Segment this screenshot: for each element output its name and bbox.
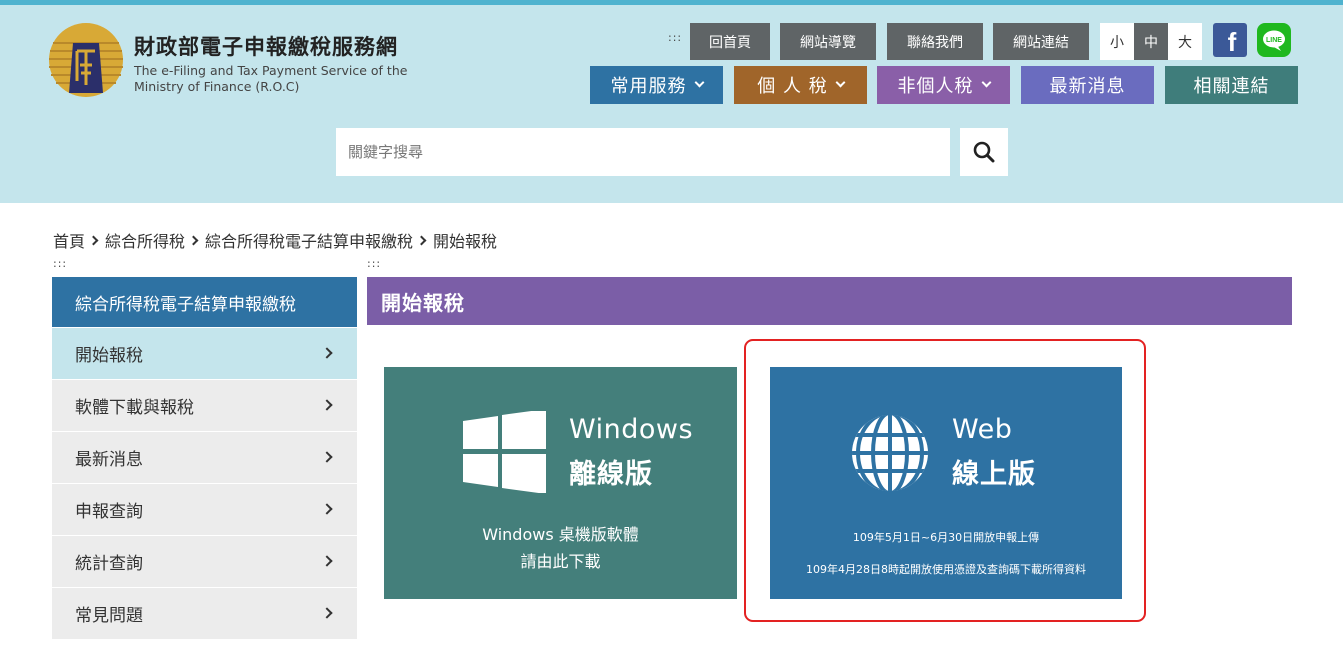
sidebar-item-statistics[interactable]: 統計查詢	[52, 535, 357, 587]
chevron-right-icon	[188, 235, 199, 245]
sidebar-item-label: 統計查詢	[75, 554, 143, 574]
site-subtitle: The e-Filing and Tax Payment Service of …	[134, 63, 408, 94]
windows-desc-line1: Windows 桌機版軟體	[482, 525, 639, 544]
chevron-right-icon	[321, 607, 333, 619]
windows-label: Windows	[569, 414, 694, 445]
font-size-small[interactable]: 小	[1100, 23, 1134, 60]
sidebar-item-label: 常見問題	[75, 606, 143, 626]
chevron-down-icon	[981, 77, 991, 88]
font-size-large[interactable]: 大	[1168, 23, 1202, 60]
accesskey-content[interactable]: :::	[367, 257, 381, 270]
sidebar-item-label: 開始報稅	[75, 346, 143, 366]
windows-offline-card[interactable]: Windows 離線版 Windows 桌機版軟體 請由此下載	[384, 367, 737, 599]
facebook-glyph: f	[1228, 27, 1237, 57]
breadcrumb-current: 開始報稅	[433, 232, 498, 251]
links-button[interactable]: 網站連結	[993, 23, 1089, 60]
sidebar-item-start-filing[interactable]: 開始報稅	[52, 327, 357, 379]
breadcrumb: 首頁 綜合所得稅 綜合所得稅電子結算申報繳稅 開始報稅	[53, 228, 497, 252]
web-note-data-download: 109年4月28日8時起開放使用憑證及查詢碼下載所得資料	[806, 563, 1086, 576]
sidebar-item-filing-inquiry[interactable]: 申報查詢	[52, 483, 357, 535]
sidebar-item-label: 軟體下載與報稅	[75, 398, 194, 418]
breadcrumb-home[interactable]: 首頁	[53, 228, 85, 252]
nav-non-personal-tax[interactable]: 非個人稅	[877, 66, 1010, 104]
globe-icon	[852, 415, 928, 491]
windows-logo-icon	[463, 411, 546, 493]
nav-common-services-label: 常用服務	[610, 76, 687, 97]
breadcrumb-income-tax[interactable]: 綜合所得稅	[105, 228, 185, 252]
nav-related-links[interactable]: 相關連結	[1165, 66, 1298, 104]
web-note-filing-period: 109年5月1日~6月30日開放申報上傳	[852, 531, 1040, 544]
accesskey-top[interactable]: :::	[668, 31, 682, 44]
windows-desc-line2: 請由此下載	[520, 552, 601, 571]
sidebar-heading[interactable]: 綜合所得稅電子結算申報繳稅	[52, 277, 357, 327]
sidebar-item-label: 最新消息	[75, 450, 143, 470]
nav-personal-tax[interactable]: 個 人 稅	[734, 66, 867, 104]
line-glyph: LINE	[1266, 37, 1282, 44]
nav-non-personal-tax-label: 非個人稅	[897, 76, 974, 97]
chevron-right-icon	[321, 451, 333, 463]
chevron-right-icon	[321, 503, 333, 515]
chevron-down-icon	[694, 77, 704, 88]
chevron-right-icon	[416, 235, 427, 245]
search-icon	[973, 141, 995, 163]
search-input[interactable]	[336, 128, 950, 176]
sidebar-item-latest-news[interactable]: 最新消息	[52, 431, 357, 483]
nav-personal-tax-label: 個 人 稅	[757, 76, 828, 97]
nav-common-services[interactable]: 常用服務	[590, 66, 723, 104]
facebook-icon[interactable]: f	[1213, 23, 1247, 57]
nav-latest-news-label: 最新消息	[1049, 76, 1126, 97]
chevron-right-icon	[88, 235, 99, 245]
home-button[interactable]: 回首頁	[690, 23, 770, 60]
nav-latest-news[interactable]: 最新消息	[1021, 66, 1154, 104]
site-title[interactable]: 財政部電子申報繳稅服務網	[134, 31, 398, 61]
chevron-right-icon	[321, 347, 333, 359]
web-label: Web	[952, 414, 1013, 445]
sidebar-item-faq[interactable]: 常見問題	[52, 587, 357, 639]
contact-button[interactable]: 聯絡我們	[887, 23, 983, 60]
page-title: 開始報稅	[367, 277, 1292, 325]
sidebar-item-label: 申報查詢	[75, 502, 143, 522]
web-online-card[interactable]: Web 線上版 109年5月1日~6月30日開放申報上傳 109年4月28日8時…	[770, 367, 1122, 599]
line-icon[interactable]: LINE	[1257, 23, 1291, 57]
online-version-label: 線上版	[952, 459, 1036, 490]
offline-version-label: 離線版	[569, 459, 653, 490]
accesskey-left[interactable]: :::	[53, 257, 67, 270]
chevron-right-icon	[321, 555, 333, 567]
ministry-logo[interactable]	[47, 21, 125, 99]
nav-related-links-label: 相關連結	[1193, 76, 1270, 97]
sitemap-button[interactable]: 網站導覽	[780, 23, 876, 60]
search-button[interactable]	[960, 128, 1008, 176]
chevron-right-icon	[321, 399, 333, 411]
chevron-down-icon	[835, 77, 846, 88]
font-size-medium[interactable]: 中	[1134, 23, 1168, 60]
breadcrumb-efiling[interactable]: 綜合所得稅電子結算申報繳稅	[205, 228, 413, 252]
sidebar-item-software-download[interactable]: 軟體下載與報稅	[52, 379, 357, 431]
sidebar-menu: 綜合所得稅電子結算申報繳稅 開始報稅 軟體下載與報稅 最新消息 申報查詢 統計查…	[52, 277, 357, 639]
